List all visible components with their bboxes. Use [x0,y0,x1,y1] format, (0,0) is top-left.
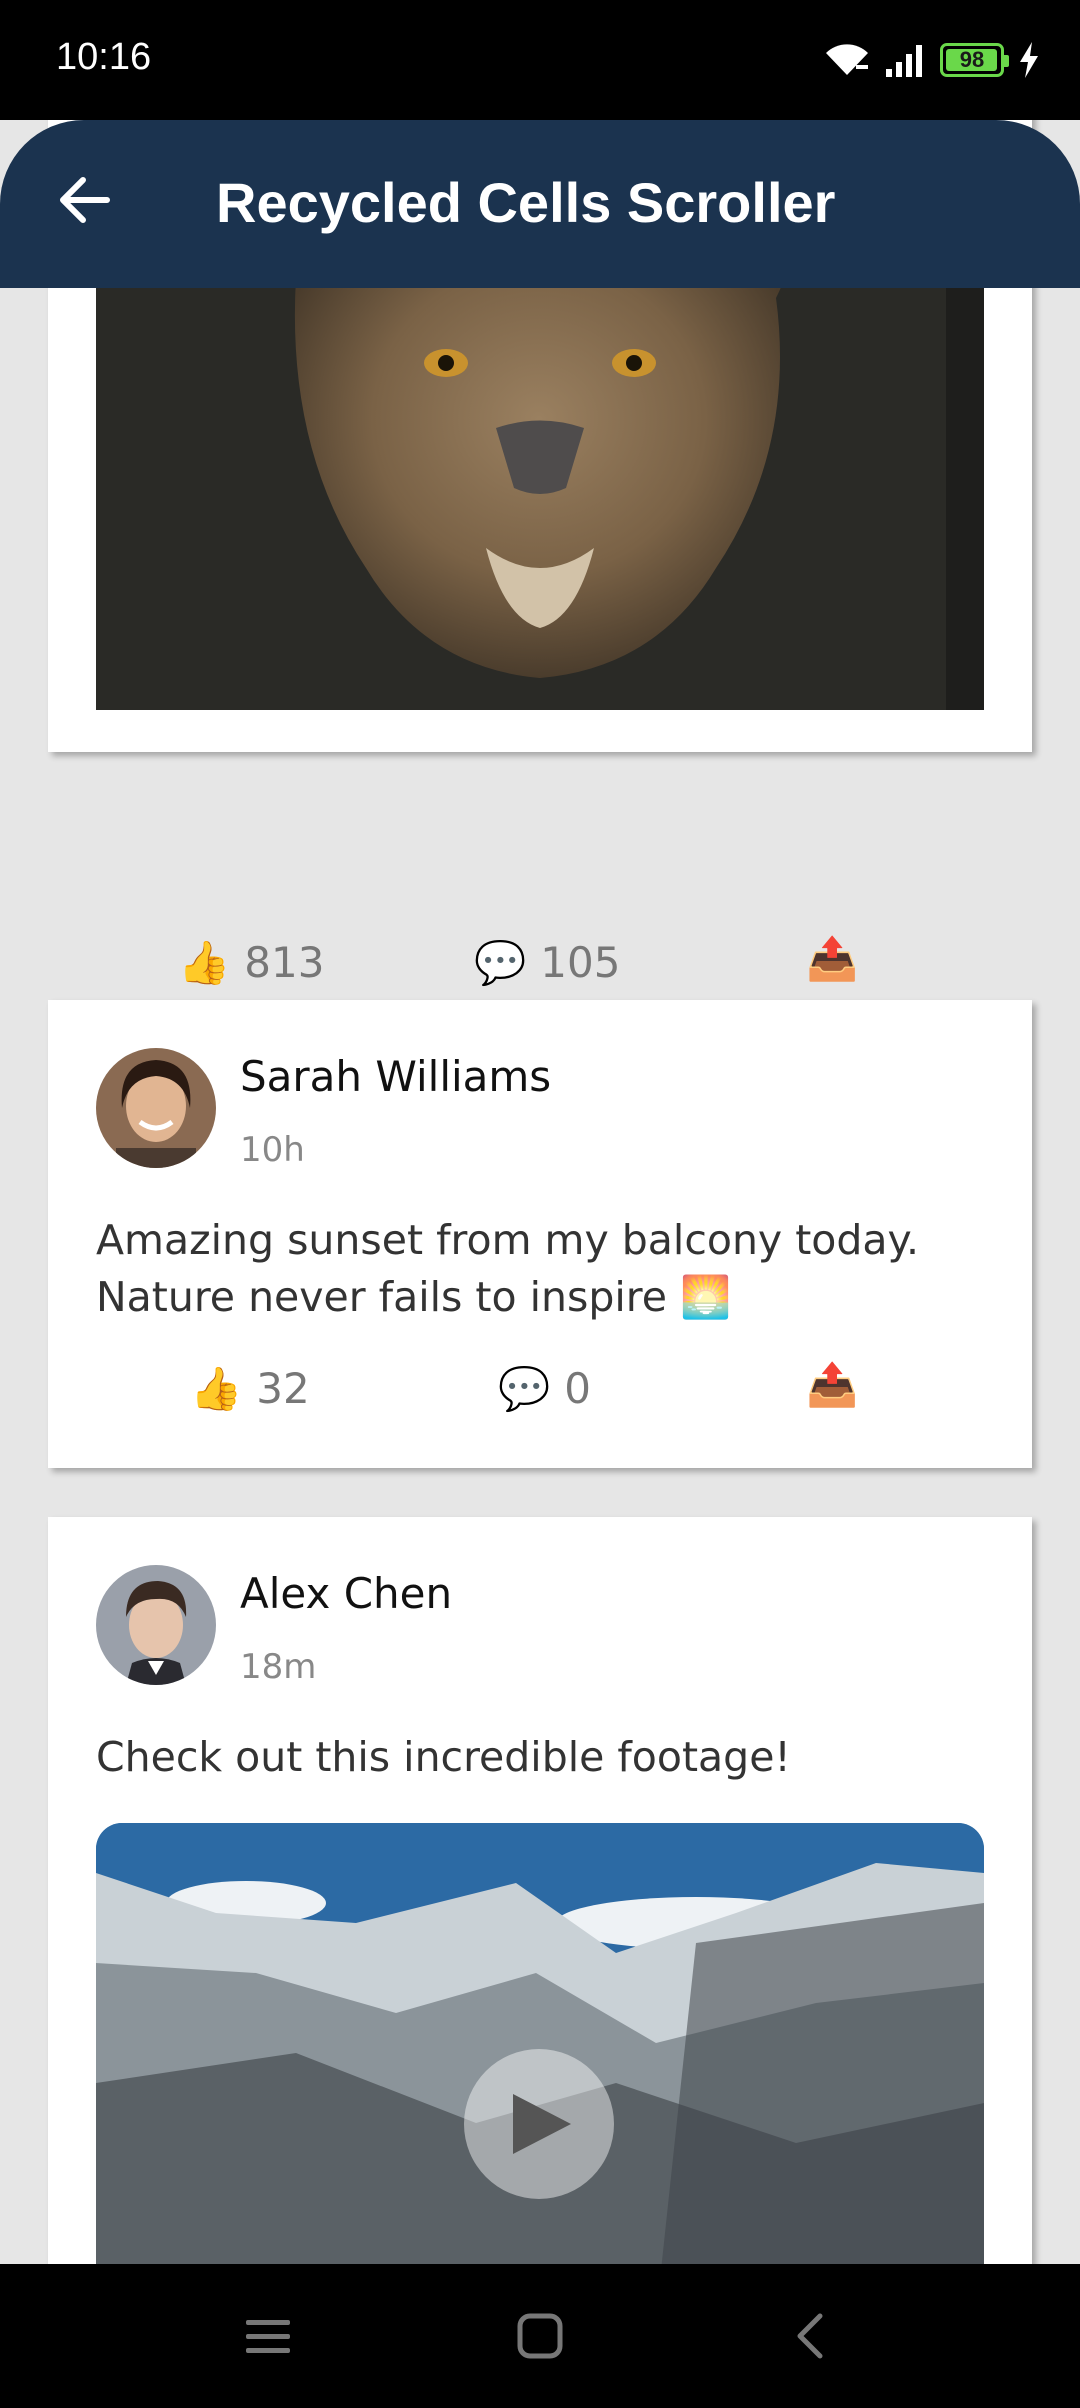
signal-icon [886,45,922,77]
post-actions-2: 👍 32 💬 0 📤 [48,1364,1032,1440]
speech-bubble-icon: 💬 [498,1363,551,1413]
status-icons: 98 [824,40,1040,80]
post-card-video: Alex Chen 18m Check out this incredible … [48,1517,1032,2264]
back-button[interactable] [44,160,124,240]
like-count: 813 [244,938,325,987]
share-tray-icon: 📤 [806,1360,859,1409]
thumbs-up-icon: 👍 [190,1363,243,1413]
post-timestamp: 18m [240,1647,317,1687]
comment-button[interactable]: 💬 0 [498,1364,591,1413]
like-button[interactable]: 👍 32 [190,1364,310,1413]
menu-icon [246,2320,290,2353]
app-bar: Recycled Cells Scroller [0,120,1080,288]
nav-home-button[interactable] [510,2306,570,2366]
avatar[interactable] [96,1048,216,1168]
charging-bolt-icon [1020,42,1038,78]
avatar-alex-chen [96,1565,216,1685]
home-icon [517,2313,563,2359]
battery-level: 98 [959,47,985,72]
battery-icon: 98 [940,43,1009,77]
avatar-sarah-williams [96,1048,216,1168]
comment-count: 105 [540,938,621,987]
play-button[interactable] [464,2049,614,2199]
post-body: Amazing sunset from my balcony today. Na… [96,1216,919,1321]
post-card-text: Sarah Williams 10h Amazing sunset from m… [48,1000,1032,1468]
post-timestamp: 10h [240,1130,305,1170]
like-count: 32 [256,1364,310,1413]
share-button[interactable]: 📤 [806,938,858,980]
status-bar: 10:16 98 [0,0,1080,120]
comment-button[interactable]: 💬 105 [474,938,620,987]
play-icon [513,2094,571,2154]
nav-menu-button[interactable] [238,2306,298,2366]
wifi-icon [826,44,868,75]
post-author[interactable]: Alex Chen [240,1569,452,1618]
share-tray-icon: 📤 [806,934,859,983]
post-video-thumbnail[interactable] [96,1823,984,2264]
avatar[interactable] [96,1565,216,1685]
post-actions [48,736,1032,812]
status-time: 10:16 [56,36,152,78]
post-body: Check out this incredible footage! [96,1733,791,1781]
arrow-left-icon [60,177,110,223]
page-title: Recycled Cells Scroller [216,171,836,234]
thumbs-up-icon: 👍 [178,937,231,987]
nav-back-button[interactable] [780,2306,840,2366]
system-nav-bar [0,2264,1080,2408]
post-author[interactable]: Sarah Williams [240,1052,551,1101]
feed-list[interactable]: 👍 813 💬 105 📤 Sarah Williams 10h Amazing… [0,120,1080,2264]
comment-count: 0 [564,1364,592,1413]
like-button[interactable]: 👍 813 [178,938,324,987]
share-button[interactable]: 📤 [806,1364,858,1406]
back-icon [797,2313,823,2359]
speech-bubble-icon: 💬 [474,937,527,987]
